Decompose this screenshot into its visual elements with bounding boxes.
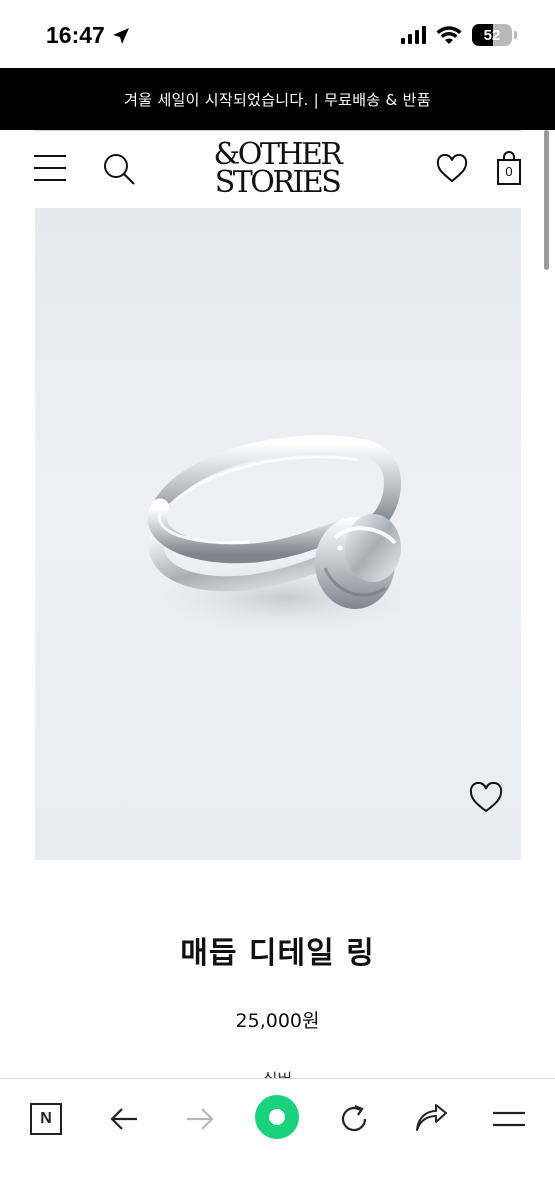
naver-n-button[interactable]: N	[24, 1097, 68, 1141]
share-button[interactable]	[409, 1097, 453, 1141]
status-bar: 16:47 52	[0, 0, 555, 68]
brand-logo[interactable]: &OTHER STORIES	[204, 140, 350, 200]
wishlist-button[interactable]	[436, 153, 468, 184]
cellular-signal-icon	[401, 26, 426, 44]
heart-icon	[436, 153, 468, 183]
status-time: 16:47	[46, 22, 131, 49]
site-header: &OTHER STORIES 0	[0, 130, 555, 208]
menu-icon	[493, 1111, 525, 1127]
back-button[interactable]	[102, 1097, 146, 1141]
status-indicators: 52	[401, 24, 517, 46]
reload-button[interactable]	[332, 1097, 376, 1141]
battery-icon: 52	[472, 24, 512, 46]
product-wishlist-button[interactable]	[469, 781, 503, 814]
clock-text: 16:47	[46, 22, 105, 48]
forward-button[interactable]	[178, 1097, 222, 1141]
shopping-bag-button[interactable]: 0	[495, 150, 523, 186]
battery-percent: 52	[483, 26, 501, 44]
promo-banner[interactable]: 겨울 세일이 시작되었습니다. | 무료배송 & 반품	[0, 68, 555, 130]
product-image[interactable]	[35, 208, 521, 860]
browser-toolbar: N	[0, 1078, 555, 1200]
heart-icon	[469, 781, 503, 813]
knot-ring-image	[135, 435, 435, 638]
home-green-icon[interactable]	[255, 1095, 299, 1139]
bag-count: 0	[505, 164, 513, 179]
menu-button[interactable]	[34, 155, 66, 181]
location-arrow-icon	[112, 27, 129, 44]
wifi-icon	[436, 26, 462, 44]
logo-line-2: STORIES	[214, 165, 342, 200]
product-price: 25,000원	[235, 1010, 320, 1032]
share-icon	[416, 1104, 447, 1131]
naver-n-icon: N	[30, 1103, 62, 1135]
forward-arrow-icon	[187, 1108, 214, 1130]
product-title: 매듭 디테일 링	[180, 936, 375, 971]
menu-button-bottom[interactable]	[487, 1097, 531, 1141]
reload-icon	[341, 1104, 367, 1132]
promo-text: 겨울 세일이 시작되었습니다. | 무료배송 & 반품	[124, 90, 431, 109]
header-divider	[34, 130, 521, 131]
scrollbar[interactable]	[544, 130, 549, 270]
back-arrow-icon	[110, 1108, 137, 1130]
search-button[interactable]	[102, 152, 136, 186]
search-icon	[104, 154, 135, 185]
